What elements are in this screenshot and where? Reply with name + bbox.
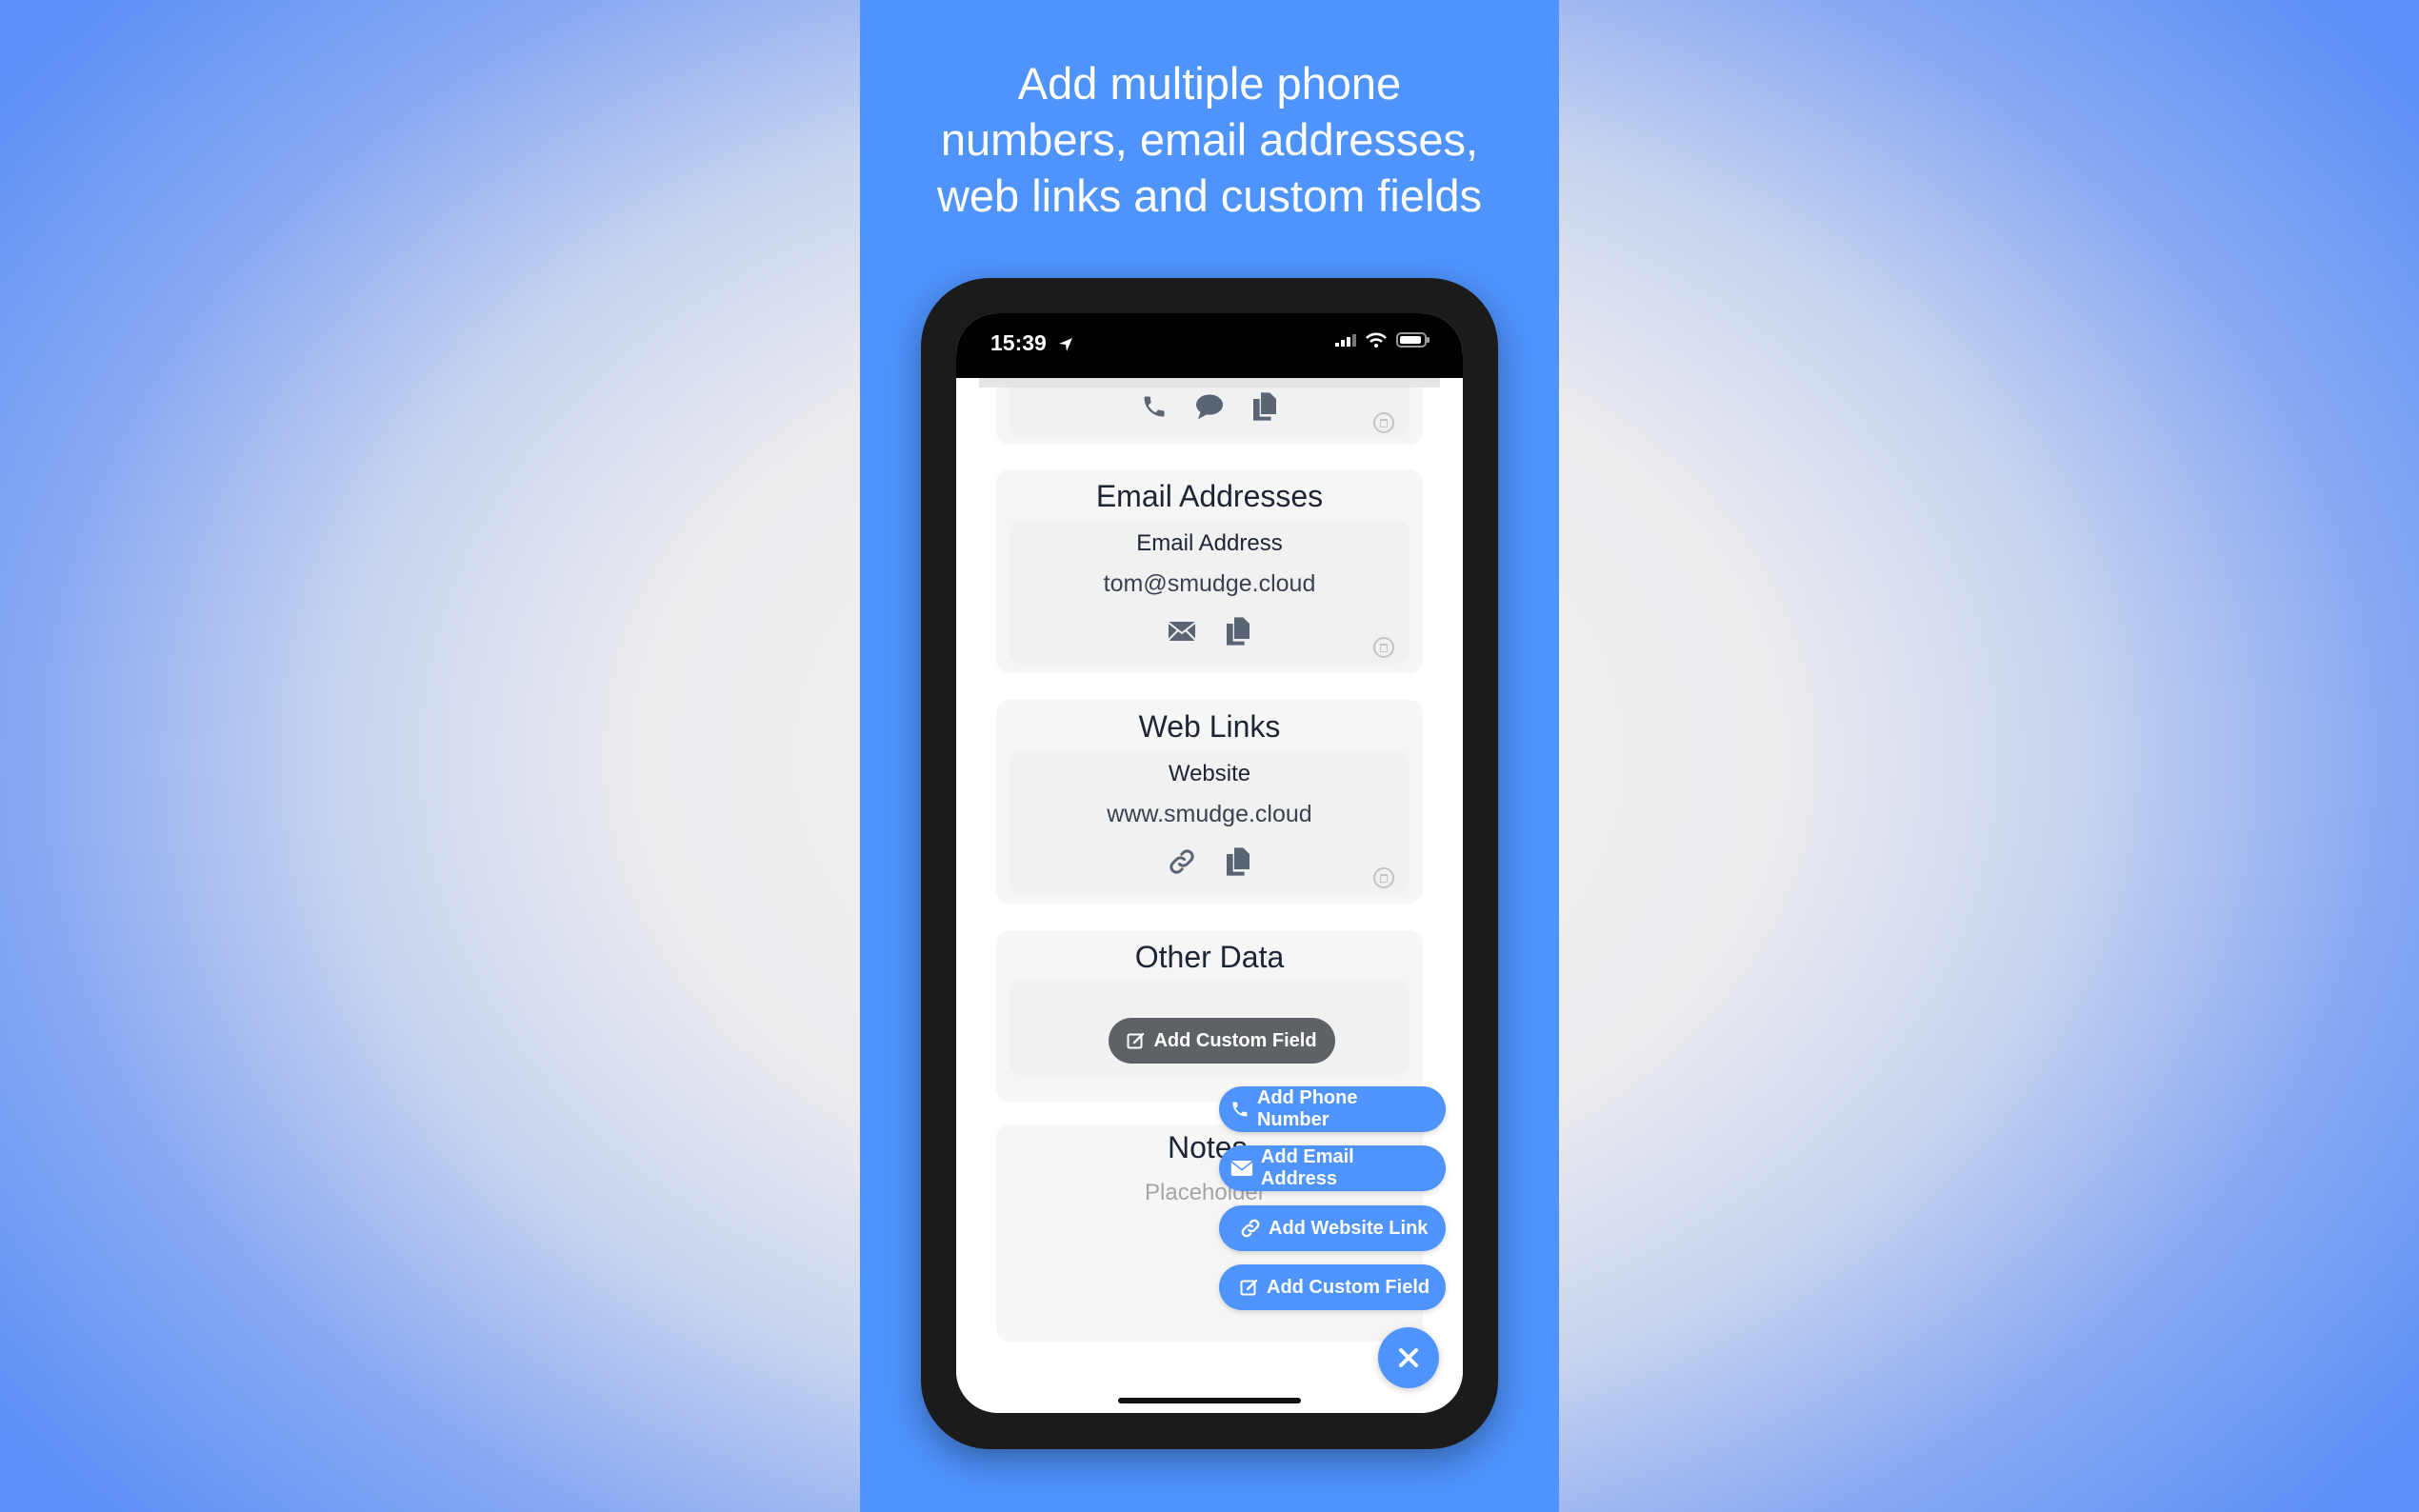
website-entry: Website www.smudge.cloud: [1010, 751, 1409, 894]
add-custom-field-button[interactable]: Add Custom Field: [1109, 1018, 1335, 1064]
email-actions: [1010, 616, 1409, 647]
close-icon: [1399, 1348, 1418, 1367]
edit-icon: [1240, 1279, 1258, 1296]
location-arrow-icon: [1059, 337, 1073, 351]
email-field-value[interactable]: tom@smudge.cloud: [1010, 570, 1409, 598]
headline-line-2: numbers, email addresses,: [940, 114, 1479, 165]
promo-headline: Add multiple phone numbers, email addres…: [860, 55, 1559, 224]
status-icons: [1335, 332, 1430, 348]
add-custom-field-label: Add Custom Field: [1153, 1029, 1317, 1051]
envelope-icon: [1230, 1161, 1253, 1176]
close-menu-button[interactable]: [1378, 1327, 1439, 1388]
signal-icon: [1335, 334, 1356, 347]
status-time: 15:39: [990, 330, 1073, 356]
envelope-icon[interactable]: [1168, 616, 1196, 647]
link-icon: [1241, 1219, 1260, 1238]
web-section-title: Web Links: [1138, 709, 1281, 744]
phone-icon[interactable]: [1141, 391, 1168, 422]
other-data-entry: Add Custom Field: [1010, 980, 1409, 1075]
add-phone-number-label: Add Phone Number: [1256, 1087, 1358, 1130]
wifi-icon: [1366, 332, 1387, 348]
delete-website-icon[interactable]: [1373, 867, 1394, 888]
status-bar: 15:39: [956, 313, 1463, 378]
add-website-link-label: Add Website Link: [1269, 1217, 1429, 1239]
copy-icon[interactable]: [1225, 616, 1251, 647]
web-links-card: Web Links Website www.smudge.cloud: [996, 700, 1423, 904]
headline-line-3: web links and custom fields: [936, 170, 1483, 221]
email-section-title: Email Addresses: [1095, 479, 1324, 513]
website-field-value[interactable]: www.smudge.cloud: [1010, 801, 1409, 828]
link-icon[interactable]: [1168, 846, 1196, 877]
phone-icon: [1232, 1102, 1248, 1117]
other-section-title: Other Data: [1134, 940, 1285, 974]
headline-line-1: Add multiple phone: [1017, 58, 1402, 109]
delete-email-icon[interactable]: [1373, 637, 1394, 658]
other-data-card: Other Data Add Custom Field: [996, 930, 1423, 1102]
copy-icon[interactable]: [1225, 846, 1251, 877]
status-time-text: 15:39: [990, 330, 1047, 355]
add-email-address-button[interactable]: Add Email Address: [1219, 1145, 1446, 1191]
phone-screen: Email Addresses Email Address tom@smudge…: [956, 313, 1463, 1413]
website-actions: [1010, 846, 1409, 877]
contact-edit-view: Email Addresses Email Address tom@smudge…: [956, 370, 1463, 1413]
add-custom-field-fab[interactable]: Add Custom Field: [1219, 1264, 1446, 1310]
battery-icon: [1396, 332, 1429, 348]
edit-icon: [1127, 1032, 1145, 1049]
add-email-address-label: Add Email Address: [1260, 1146, 1354, 1189]
email-field-label: Email Address: [1136, 530, 1283, 556]
email-entry: Email Address tom@smudge.cloud: [1010, 521, 1409, 664]
copy-icon[interactable]: [1251, 391, 1278, 422]
home-indicator[interactable]: [1118, 1398, 1301, 1403]
website-field-label: Website: [1168, 761, 1251, 786]
add-website-link-button[interactable]: Add Website Link: [1219, 1205, 1446, 1251]
delete-phone-icon[interactable]: [1373, 412, 1394, 433]
add-phone-number-button[interactable]: Add Phone Number: [1219, 1086, 1446, 1132]
phone-actions: [1010, 391, 1409, 422]
email-card: Email Addresses Email Address tom@smudge…: [996, 469, 1423, 673]
message-icon[interactable]: [1194, 391, 1225, 422]
add-custom-field-fab-label: Add Custom Field: [1267, 1276, 1430, 1298]
